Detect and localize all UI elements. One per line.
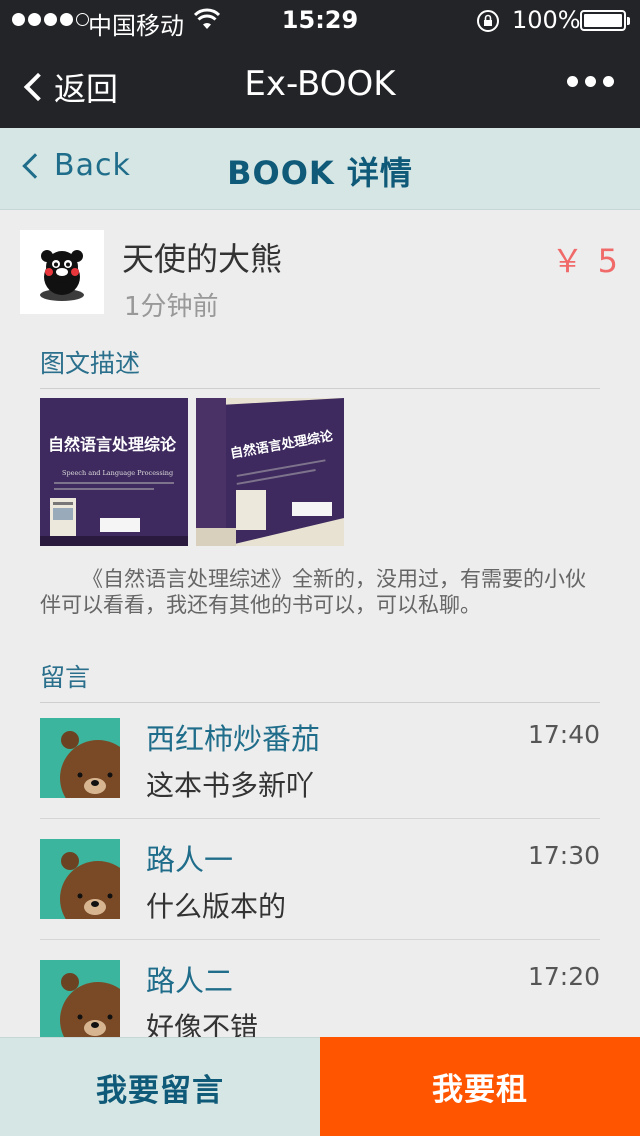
bottom-action-bar: 我要留言 我要租	[0, 1037, 640, 1136]
comment-text: 什么版本的	[146, 890, 287, 923]
posted-time: 1分钟前	[124, 292, 219, 322]
comment-time: 17:30	[527, 841, 600, 870]
battery-percentage: 100%	[512, 6, 581, 34]
comment-time: 17:20	[527, 962, 600, 991]
commenter-name[interactable]: 路人二	[146, 958, 233, 1000]
comment-time: 17:40	[527, 720, 600, 749]
book-photo-1[interactable]: 自然语言处理综论 Speech and Language Processing	[40, 398, 188, 546]
commenter-avatar[interactable]	[40, 839, 120, 919]
commenter-name[interactable]: 西红柿炒番茄	[146, 716, 320, 758]
commenter-name[interactable]: 路人一	[146, 837, 233, 879]
brown-bear-icon	[60, 973, 120, 1040]
comment-item: 路人一 17:30 什么版本的	[40, 819, 600, 940]
comment-list: 西红柿炒番茄 17:40 这本书多新吖 路人一 17:30 什么版本的 路人二 …	[40, 698, 600, 1061]
description-text: 《自然语言处理综述》全新的，没用过，有需要的小伙伴可以看看，我还有其他的书可以，…	[40, 567, 586, 617]
kumamon-avatar-icon	[40, 250, 84, 301]
commenter-avatar[interactable]	[40, 718, 120, 798]
commenter-avatar[interactable]	[40, 960, 120, 1040]
book-summary: 天使的大熊 1分钟前 ￥ 5	[20, 230, 620, 322]
rotation-lock-icon	[477, 10, 499, 32]
page-title: BOOK 详情	[227, 154, 413, 192]
comment-item: 西红柿炒番茄 17:40 这本书多新吖	[40, 698, 600, 819]
svg-text:自然语言处理综论: 自然语言处理综论	[48, 435, 177, 454]
price: ￥ 5	[551, 242, 620, 280]
comments-section-title: 留言	[40, 658, 600, 703]
app-title: Ex-BOOK	[244, 64, 396, 104]
leave-comment-button[interactable]: 我要留言	[0, 1037, 320, 1136]
svg-text:Speech and Language Processing: Speech and Language Processing	[62, 469, 173, 477]
book-photo-2[interactable]: 自然语言处理综论	[196, 398, 344, 546]
rent-button[interactable]: 我要租	[320, 1037, 640, 1136]
app-nav-bar: 返回 Ex-BOOK	[0, 40, 640, 128]
page-header: Back BOOK 详情	[0, 128, 640, 210]
more-options-icon[interactable]	[567, 76, 614, 87]
seller-avatar[interactable]	[20, 230, 104, 314]
comment-text: 这本书多新吖	[146, 769, 315, 802]
brown-bear-icon	[60, 731, 120, 798]
battery-icon	[580, 10, 630, 31]
seller-name: 天使的大熊	[122, 240, 283, 278]
brown-bear-icon	[60, 852, 120, 919]
status-bar: 中国移动 15:29 100%	[0, 0, 640, 40]
description-section-title: 图文描述	[40, 344, 600, 389]
photo-gallery: 自然语言处理综论 Speech and Language Processing …	[40, 398, 344, 546]
